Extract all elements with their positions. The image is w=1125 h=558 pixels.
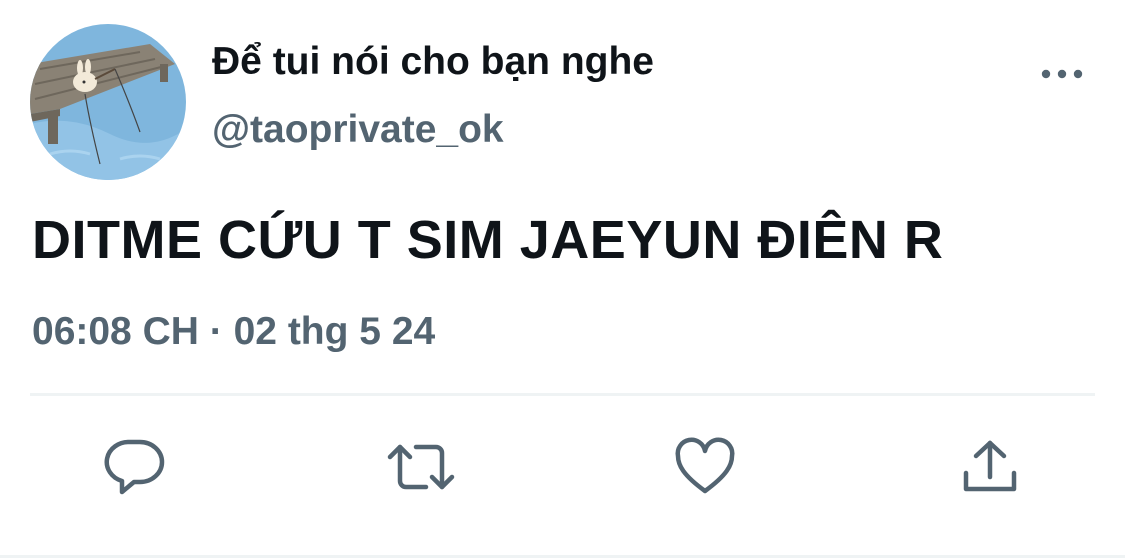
retweet-button[interactable] — [386, 435, 455, 499]
avatar[interactable] — [30, 24, 186, 180]
tweet-time: 06:08 CH — [32, 310, 199, 353]
divider — [30, 393, 1095, 396]
bunny-fishing-avatar-icon — [30, 24, 186, 180]
retweet-arrows-icon — [387, 444, 455, 490]
like-button[interactable] — [673, 435, 737, 499]
heart-icon — [675, 437, 735, 494]
tweet-text: DITME CỨU T SIM JAEYUN ĐIÊN R — [32, 210, 944, 270]
display-name[interactable]: Để tui nói cho bạn nghe — [212, 40, 654, 84]
share-button[interactable] — [958, 435, 1022, 499]
timestamp-separator: · — [209, 310, 223, 353]
more-options-icon[interactable] — [1040, 64, 1084, 84]
share-upload-icon — [963, 440, 1017, 492]
user-handle[interactable]: @taoprivate_ok — [212, 108, 504, 152]
tweet-date: 02 thg 5 24 — [233, 310, 436, 353]
reply-button[interactable] — [103, 435, 167, 499]
tweet-timestamp[interactable]: 06:08 CH · 02 thg 5 24 — [32, 310, 435, 354]
speech-bubble-icon — [104, 439, 165, 495]
